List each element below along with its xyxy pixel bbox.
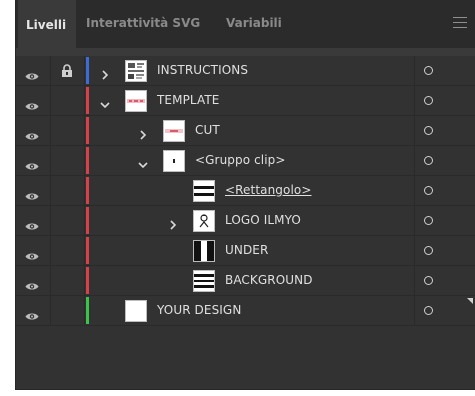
target-circle-icon[interactable] (424, 156, 433, 165)
layer-row[interactable]: UNDER (16, 236, 475, 266)
layer-row[interactable]: LOGO ILMYO (16, 206, 475, 236)
layer-name[interactable]: <Rettangolo> (225, 183, 312, 197)
lock-icon (61, 63, 73, 77)
layer-color-bar (86, 177, 89, 204)
visibility-toggle[interactable] (16, 116, 51, 145)
visibility-toggle[interactable] (16, 266, 51, 295)
chevron-right-icon[interactable] (138, 125, 148, 140)
visibility-toggle[interactable] (16, 296, 51, 325)
layer-thumbnail (193, 210, 215, 232)
target-circle-icon[interactable] (424, 276, 433, 285)
layer-row[interactable]: BACKGROUND (16, 266, 475, 296)
target-circle-icon[interactable] (424, 126, 433, 135)
layer-thumbnail (163, 120, 185, 142)
target-circle-icon[interactable] (424, 96, 433, 105)
target-column[interactable] (414, 176, 475, 205)
layers-panel: Livelli Interattività SVG Variabili INST… (15, 0, 475, 390)
chevron-right-icon[interactable] (168, 215, 178, 230)
layer-row[interactable]: INSTRUCTIONS (16, 56, 475, 86)
layer-thumbnail (193, 180, 215, 202)
layer-thumbnail (193, 270, 215, 292)
eye-icon (25, 96, 39, 110)
layer-color-bar (86, 147, 89, 174)
chevron-down-icon[interactable] (138, 155, 148, 169)
target-column[interactable] (414, 206, 475, 235)
layer-name[interactable]: CUT (195, 123, 220, 137)
target-column[interactable] (414, 116, 475, 145)
eye-icon (25, 276, 39, 290)
lock-toggle[interactable] (50, 86, 85, 115)
layer-thumbnail (125, 60, 147, 82)
target-circle-icon[interactable] (424, 246, 433, 255)
lock-toggle[interactable] (50, 176, 85, 205)
layer-color-bar (86, 267, 89, 294)
target-column[interactable] (414, 266, 475, 295)
lock-toggle[interactable] (50, 296, 85, 325)
lock-toggle[interactable] (50, 236, 85, 265)
target-column[interactable] (414, 296, 475, 325)
layer-name[interactable]: INSTRUCTIONS (157, 63, 248, 77)
eye-icon (25, 306, 39, 320)
layer-name[interactable]: <Gruppo clip> (195, 153, 286, 167)
layer-thumbnail (163, 150, 185, 172)
target-column[interactable] (414, 236, 475, 265)
layer-color-bar (86, 87, 89, 114)
layer-name[interactable]: LOGO ILMYO (225, 213, 301, 227)
eye-icon (25, 66, 39, 80)
layer-row[interactable]: <Gruppo clip> (16, 146, 475, 176)
eye-icon (25, 156, 39, 170)
target-circle-icon[interactable] (424, 66, 433, 75)
visibility-toggle[interactable] (16, 236, 51, 265)
layer-name[interactable]: UNDER (225, 243, 268, 257)
visibility-toggle[interactable] (16, 146, 51, 175)
layer-row[interactable]: TEMPLATE (16, 86, 475, 116)
panel-menu-icon[interactable] (453, 17, 467, 29)
layer-color-bar (86, 117, 89, 144)
eye-icon (25, 186, 39, 200)
layer-color-bar (86, 207, 89, 234)
tab-bar: Livelli Interattività SVG Variabili (16, 0, 475, 48)
tab-variabili[interactable]: Variabili (218, 0, 298, 48)
lock-toggle[interactable] (50, 56, 85, 85)
layer-row[interactable]: <Rettangolo> (16, 176, 475, 206)
layer-thumbnail (193, 240, 215, 262)
layer-row[interactable]: YOUR DESIGN (16, 296, 475, 326)
layer-thumbnail (125, 300, 147, 322)
chevron-down-icon[interactable] (100, 95, 110, 109)
target-circle-icon[interactable] (424, 216, 433, 225)
layer-color-bar (86, 297, 89, 324)
target-circle-icon[interactable] (424, 306, 433, 315)
visibility-toggle[interactable] (16, 176, 51, 205)
layer-color-bar (86, 237, 89, 264)
target-column[interactable] (414, 86, 475, 115)
layer-name[interactable]: TEMPLATE (157, 93, 219, 107)
layer-row[interactable]: CUT (16, 116, 475, 146)
tab-interattivita-svg[interactable]: Interattività SVG (78, 0, 212, 48)
eye-icon (25, 246, 39, 260)
eye-icon (25, 126, 39, 140)
eye-icon (25, 216, 39, 230)
tab-livelli[interactable]: Livelli (18, 0, 76, 48)
layer-thumbnail (125, 90, 147, 112)
lock-toggle[interactable] (50, 266, 85, 295)
chevron-right-icon[interactable] (100, 65, 110, 80)
lock-toggle[interactable] (50, 146, 85, 175)
visibility-toggle[interactable] (16, 86, 51, 115)
lock-toggle[interactable] (50, 206, 85, 235)
target-column[interactable] (414, 146, 475, 175)
target-column[interactable] (414, 56, 475, 85)
empty-layer-area (16, 326, 475, 389)
visibility-toggle[interactable] (16, 206, 51, 235)
lock-toggle[interactable] (50, 116, 85, 145)
layer-name[interactable]: BACKGROUND (225, 273, 313, 287)
visibility-toggle[interactable] (16, 56, 51, 85)
selection-corner-icon (467, 298, 473, 304)
layer-color-bar (86, 57, 89, 84)
target-circle-icon[interactable] (424, 186, 433, 195)
layer-name[interactable]: YOUR DESIGN (157, 303, 241, 317)
tab-separator (16, 48, 475, 56)
